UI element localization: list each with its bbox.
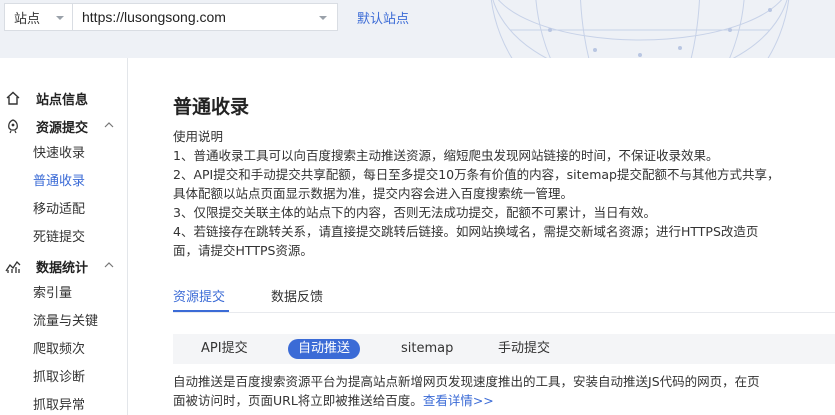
sidebar-group-site-info[interactable]: 站点信息 <box>0 84 127 112</box>
page-title: 普通收录 <box>173 96 250 118</box>
tab-resource-submit[interactable]: 资源提交 <box>173 286 225 305</box>
site-url-value: https://lusongsong.com <box>82 9 226 25</box>
chevron-down-icon <box>319 16 327 20</box>
site-type-label: 站点 <box>14 11 41 27</box>
subtab-auto-push[interactable]: 自动推送 <box>288 339 361 359</box>
subtab-sitemap[interactable]: sitemap <box>391 339 463 359</box>
upload-icon <box>8 119 18 134</box>
sidebar-item-mobile-adapt[interactable]: 移动适配 <box>33 200 85 220</box>
instruction-line: 3、仅限提交关联主体的站点下的内容，否则无法成功提交，配额不可累计，当日有效。 <box>173 205 656 220</box>
home-icon <box>6 91 20 105</box>
chart-icon <box>5 260 21 273</box>
sidebar-item-fast-index[interactable]: 快速收录 <box>33 144 85 164</box>
chevron-up-icon <box>104 262 114 268</box>
instruction-line: 2、API提交和手动提交共享配额，每日至多提交10万条有价值的内容，sitema… <box>173 167 780 182</box>
site-url-select[interactable]: https://lusongsong.com <box>72 3 338 31</box>
site-type-select[interactable]: 站点 <box>4 3 72 31</box>
subtab-api-submit[interactable]: API提交 <box>191 339 258 359</box>
usage-instructions: 使用说明 1、普通收录工具可以向百度搜索主动推送资源，缩短爬虫发现网站链接的时间… <box>173 127 835 260</box>
sidebar-item-crawl-errors[interactable]: 抓取异常 <box>33 396 85 415</box>
sidebar-group-label: 数据统计 <box>36 260 89 276</box>
main-content: 普通收录 使用说明 1、普通收录工具可以向百度搜索主动推送资源，缩短爬虫发现网站… <box>129 58 835 415</box>
instructions-heading: 使用说明 <box>173 129 224 144</box>
auto-push-text: 面被访问时，页面URL将立即被推送给百度。 <box>173 393 423 408</box>
sidebar-item-crawl-frequency[interactable]: 爬取频次 <box>33 340 85 360</box>
submit-method-tabs: API提交 自动推送 sitemap 手动提交 <box>173 334 835 364</box>
sidebar-group-label: 资源提交 <box>36 120 89 136</box>
sidebar-group-data-stats[interactable]: 数据统计 <box>0 252 127 280</box>
sidebar-item-dead-link[interactable]: 死链提交 <box>33 228 85 248</box>
subtab-manual-submit[interactable]: 手动提交 <box>488 339 560 359</box>
tab-data-feedback[interactable]: 数据反馈 <box>271 286 323 305</box>
sidebar-item-crawl-diagnosis[interactable]: 抓取诊断 <box>33 368 85 388</box>
default-site-link[interactable]: 默认站点 <box>357 8 409 27</box>
instruction-line: 1、普通收录工具可以向百度搜索主动推送资源，缩短爬虫发现网站链接的时间，不保证收… <box>173 148 719 163</box>
sidebar-item-normal-index[interactable]: 普通收录 <box>33 172 85 192</box>
sidebar: 站点信息 资源提交 快速收录 普通收录 移动适配 死链提交 数据统计 索引量 流… <box>0 58 128 415</box>
tabs-divider <box>173 312 835 313</box>
chevron-down-icon <box>56 16 64 20</box>
top-header: 站点 https://lusongsong.com 默认站点 <box>0 0 835 58</box>
view-details-link[interactable]: 查看详情>> <box>423 393 494 408</box>
sidebar-group-resource-submit[interactable]: 资源提交 <box>0 112 127 140</box>
sidebar-item-traffic-keywords[interactable]: 流量与关键 <box>33 312 98 332</box>
instruction-line: 具体配额以站点页面显示数据为准，提交内容会进入百度搜索统一管理。 <box>173 186 574 201</box>
sidebar-item-index-volume[interactable]: 索引量 <box>33 284 72 304</box>
auto-push-text: 自动推送是百度搜索资源平台为提高站点新增网页发现速度推出的工具，安装自动推送JS… <box>173 374 760 389</box>
instruction-line: 4、若链接存在跳转关系，请直接提交跳转后链接。如网站换域名，需提交新域名资源；进… <box>173 224 759 239</box>
auto-push-description: 自动推送是百度搜索资源平台为提高站点新增网页发现速度推出的工具，安装自动推送JS… <box>173 372 835 410</box>
sidebar-group-label: 站点信息 <box>36 92 89 108</box>
globe-decoration <box>490 0 790 58</box>
instruction-line: 面，请提交HTTPS资源。 <box>173 243 313 258</box>
chevron-up-icon <box>104 122 114 128</box>
